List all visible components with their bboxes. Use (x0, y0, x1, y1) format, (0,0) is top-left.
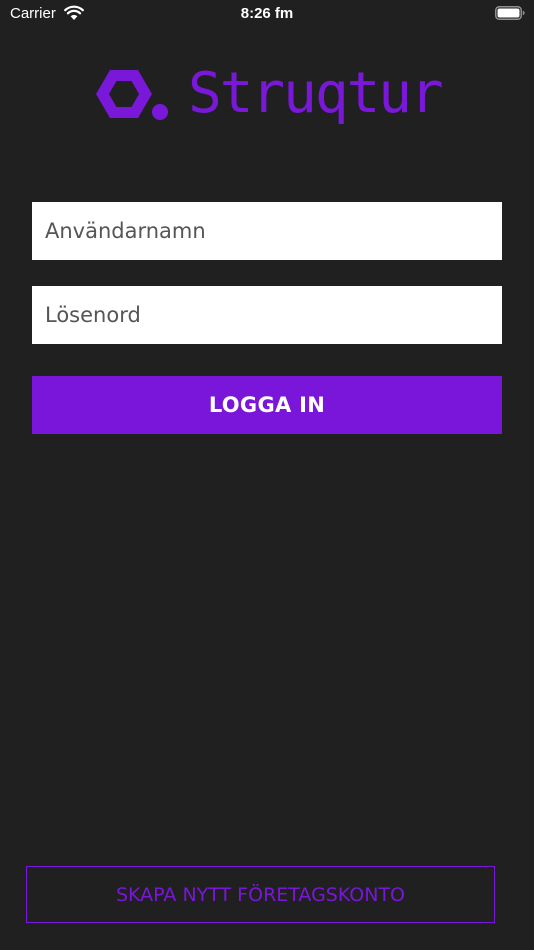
create-company-account-button[interactable]: SKAPA NYTT FÖRETAGSKONTO (26, 866, 495, 923)
username-field[interactable] (32, 202, 502, 260)
password-field[interactable] (32, 286, 502, 344)
struqtur-logo: Struqtur (96, 61, 444, 130)
status-bar: Carrier 8:26 fm (0, 0, 534, 28)
logo-wordmark: Struqtur (188, 61, 444, 126)
battery-icon (495, 6, 525, 20)
password-input[interactable] (45, 303, 489, 327)
hexagon-logo-icon (96, 70, 168, 120)
username-input[interactable] (45, 219, 489, 243)
status-time: 8:26 fm (240, 5, 294, 22)
login-button[interactable]: LOGGA IN (32, 376, 502, 434)
